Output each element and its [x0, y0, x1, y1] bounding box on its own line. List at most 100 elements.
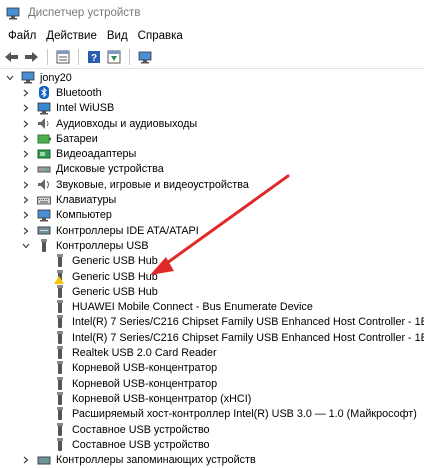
- tree-category-label: Контроллеры запоминающих устройств: [56, 454, 256, 467]
- collapse-chevron-icon[interactable]: [21, 243, 31, 249]
- usb-device-label: Intel(R) 7 Series/C216 Chipset Family US…: [72, 331, 424, 344]
- usb-device-row[interactable]: HUAWEI Mobile Connect - Bus Enumerate De…: [53, 300, 313, 315]
- help-icon[interactable]: ?: [86, 49, 102, 65]
- usb-device-row[interactable]: Realtek USB 2.0 Card Reader: [53, 345, 217, 360]
- ide-controller-icon: [37, 224, 51, 237]
- tree-category[interactable]: Bluetooth: [21, 85, 102, 100]
- expand-chevron-icon[interactable]: [21, 196, 31, 204]
- collapse-chevron-icon[interactable]: [5, 75, 15, 81]
- bluetooth-icon: [37, 86, 51, 100]
- toolbar-separator: [78, 49, 79, 65]
- toolbar-separator: [47, 49, 48, 65]
- sound-icon: [37, 178, 51, 191]
- expand-chevron-icon[interactable]: [21, 120, 31, 128]
- tree-root[interactable]: jony20: [5, 70, 72, 85]
- tree-root-label: jony20: [40, 71, 72, 84]
- window-title: Диспетчер устройств: [28, 7, 141, 19]
- expand-chevron-icon[interactable]: [21, 181, 31, 189]
- usb-device-label: Generic USB Hub: [72, 255, 158, 268]
- keyboard-icon: [37, 194, 51, 207]
- usb-device-row[interactable]: Расширяемый хост-контроллер Intel(R) USB…: [53, 407, 417, 422]
- usb-device-icon: [53, 254, 67, 268]
- tree-category[interactable]: Аудиовходы и аудиовыходы: [21, 116, 197, 131]
- expand-chevron-icon[interactable]: [21, 456, 31, 464]
- tree-category-label: Аудиовходы и аудиовыходы: [56, 117, 198, 130]
- expand-chevron-icon[interactable]: [21, 135, 31, 143]
- tree-category[interactable]: Контроллеры запоминающих устройств: [21, 453, 256, 468]
- usb-device-icon: [53, 346, 67, 360]
- update-driver-icon[interactable]: [106, 49, 122, 65]
- speaker-icon: [37, 117, 51, 130]
- scan-hardware-icon[interactable]: [137, 49, 153, 65]
- svg-text:?: ?: [91, 53, 97, 64]
- tree-category-label: Дисковые устройства: [56, 163, 164, 176]
- expand-chevron-icon[interactable]: [21, 150, 31, 158]
- usb-device-warning-icon: [53, 269, 67, 285]
- usb-device-row[interactable]: Корневой USB-концентратор: [53, 376, 217, 391]
- title-bar: Диспетчер устройств: [0, 0, 424, 26]
- device-tree: jony20 Bluetooth Intel WiUSB Аудиовходы …: [0, 70, 424, 467]
- usb-device-icon: [53, 361, 67, 375]
- toolbar: ?: [0, 46, 424, 69]
- usb-device-label: Корневой USB-концентратор: [72, 362, 218, 375]
- usb-device-icon: [53, 407, 67, 421]
- usb-device-row[interactable]: Составное USB устройство: [53, 437, 210, 452]
- usb-device-row[interactable]: Generic USB Hub: [53, 254, 158, 269]
- usb-device-label: Корневой USB-концентратор (xHCI): [72, 392, 252, 405]
- tree-category-label: Контроллеры USB: [56, 239, 149, 252]
- tree-category-usb[interactable]: Контроллеры USB: [21, 238, 149, 253]
- disk-icon: [37, 163, 51, 176]
- usb-device-label: Realtek USB 2.0 Card Reader: [72, 347, 217, 360]
- usb-device-icon: [53, 284, 67, 298]
- usb-device-row[interactable]: Intel(R) 7 Series/C216 Chipset Family US…: [53, 330, 424, 345]
- menu-help[interactable]: Справка: [136, 30, 191, 42]
- usb-device-row[interactable]: Корневой USB-концентратор (xHCI): [53, 391, 251, 406]
- monitor-icon: [37, 102, 51, 115]
- expand-chevron-icon[interactable]: [21, 227, 31, 235]
- tree-category[interactable]: Контроллеры IDE ATA/ATAPI: [21, 223, 199, 238]
- usb-device-icon: [53, 330, 67, 344]
- tree-category-label: Компьютер: [56, 209, 112, 222]
- menu-file[interactable]: Файл: [6, 30, 44, 42]
- usb-device-row[interactable]: Intel(R) 7 Series/C216 Chipset Family US…: [53, 315, 424, 330]
- tree-category-label: Клавиатуры: [56, 194, 117, 207]
- expand-chevron-icon[interactable]: [21, 89, 31, 97]
- usb-device-row[interactable]: Generic USB Hub: [53, 284, 158, 299]
- device-manager-app-icon: [6, 6, 20, 20]
- tree-category-label: Видеоадаптеры: [56, 148, 137, 161]
- tree-category[interactable]: Компьютер: [21, 208, 112, 223]
- toolbar-separator: [129, 49, 130, 65]
- usb-device-label: Составное USB устройство: [72, 423, 210, 436]
- battery-icon: [37, 132, 51, 145]
- usb-device-label: Generic USB Hub: [72, 285, 158, 298]
- expand-chevron-icon[interactable]: [21, 211, 31, 219]
- menu-view[interactable]: Вид: [105, 30, 136, 42]
- properties-icon[interactable]: [55, 49, 71, 65]
- warning-triangle-icon: [54, 276, 64, 285]
- usb-device-icon: [53, 315, 67, 329]
- menu-bar: Файл Действие Вид Справка: [0, 26, 424, 46]
- usb-device-row[interactable]: Generic USB Hub: [53, 269, 158, 285]
- usb-device-icon: [53, 376, 67, 390]
- tree-category[interactable]: Батареи: [21, 131, 98, 146]
- tree-category[interactable]: Дисковые устройства: [21, 162, 164, 177]
- tree-category-label: Батареи: [56, 132, 98, 145]
- tree-category-label: Контроллеры IDE ATA/ATAPI: [56, 224, 199, 237]
- forward-arrow-icon[interactable]: [24, 49, 40, 65]
- menu-action[interactable]: Действие: [44, 30, 105, 42]
- usb-device-label: Составное USB устройство: [72, 438, 210, 451]
- usb-device-label: Корневой USB-концентратор: [72, 377, 218, 390]
- back-arrow-icon[interactable]: [4, 49, 20, 65]
- usb-device-label: Generic USB Hub: [72, 270, 158, 283]
- tree-category[interactable]: Звуковые, игровые и видеоустройства: [21, 177, 249, 192]
- usb-device-row[interactable]: Корневой USB-концентратор: [53, 361, 217, 376]
- usb-device-icon: [53, 422, 67, 436]
- usb-device-label: Расширяемый хост-контроллер Intel(R) USB…: [72, 408, 417, 421]
- usb-device-row[interactable]: Составное USB устройство: [53, 422, 210, 437]
- tree-category[interactable]: Клавиатуры: [21, 192, 116, 207]
- tree-category[interactable]: Intel WiUSB: [21, 101, 114, 116]
- tree-category[interactable]: Видеоадаптеры: [21, 147, 136, 162]
- expand-chevron-icon[interactable]: [21, 165, 31, 173]
- expand-chevron-icon[interactable]: [21, 104, 31, 112]
- tree-category-label: Bluetooth: [56, 86, 102, 99]
